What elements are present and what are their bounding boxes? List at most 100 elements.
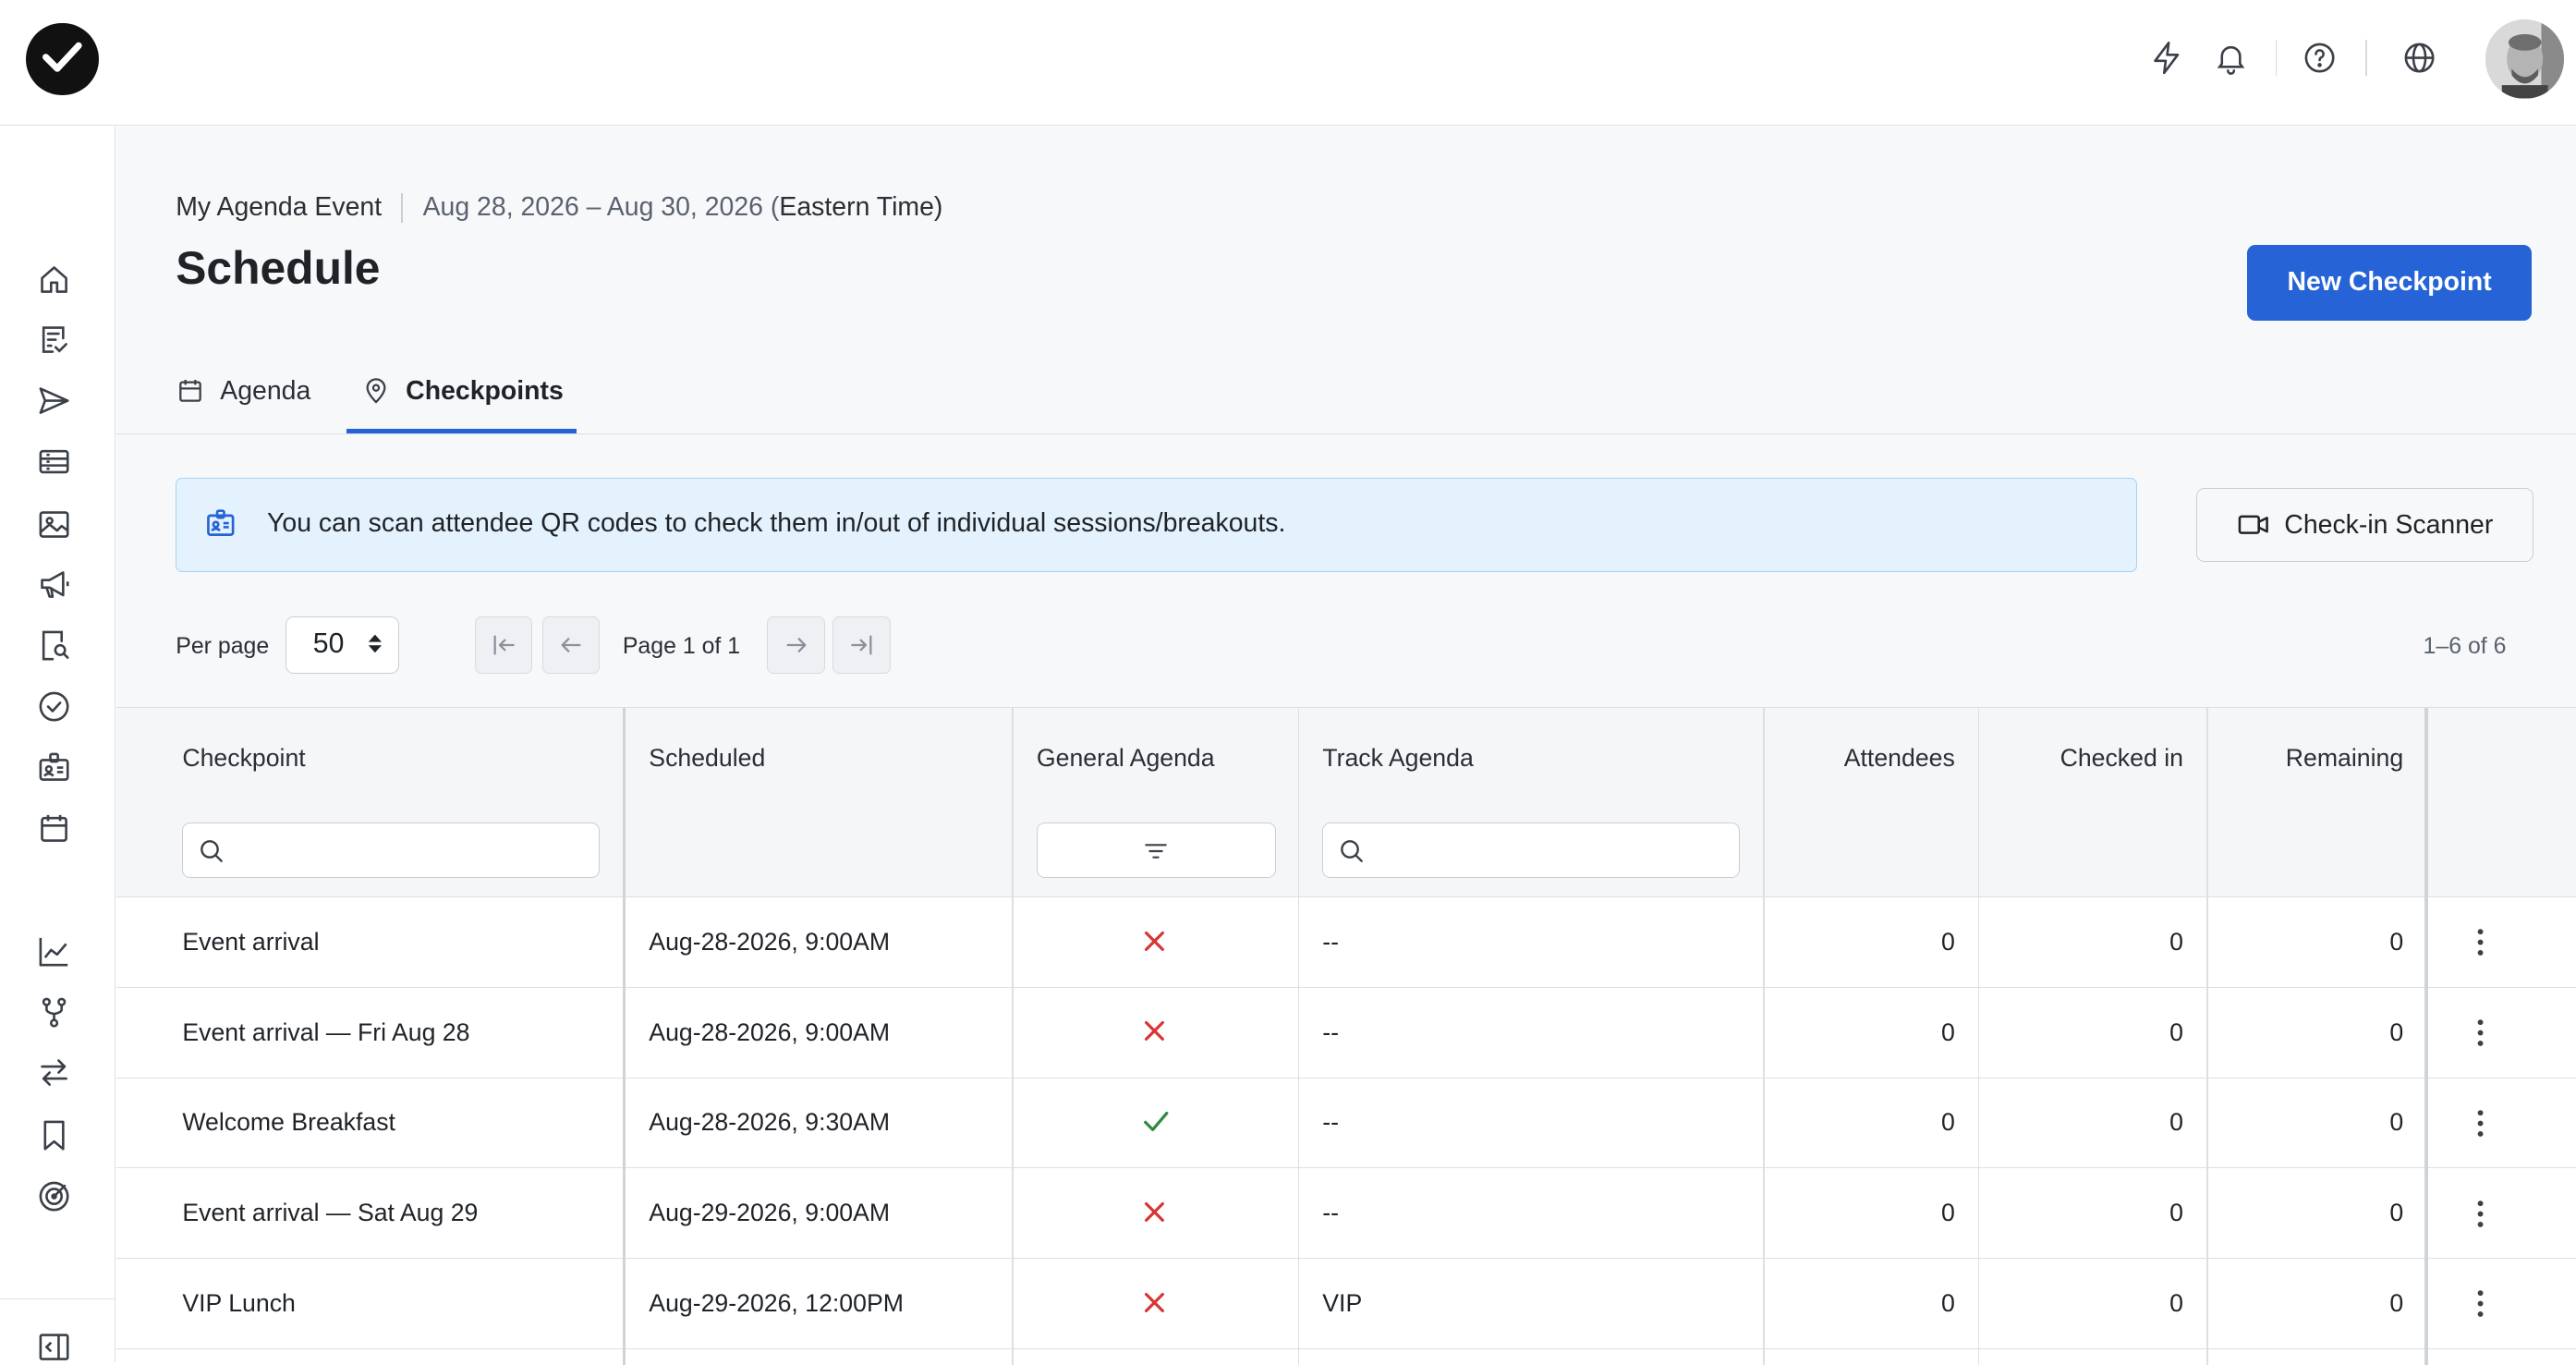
column-header-general-agenda[interactable]: General Agenda bbox=[1037, 744, 1215, 773]
avatar[interactable] bbox=[2485, 19, 2565, 99]
tab-checkpoints[interactable]: Checkpoints bbox=[361, 350, 564, 433]
search-icon bbox=[200, 840, 223, 863]
general-agenda-filter-button[interactable] bbox=[1036, 822, 1277, 879]
tab-checkpoints-label: Checkpoints bbox=[406, 375, 564, 406]
globe-icon[interactable] bbox=[2401, 40, 2441, 79]
next-page-button[interactable] bbox=[767, 615, 825, 675]
column-divider bbox=[1977, 707, 1980, 1365]
filter-icon bbox=[1145, 844, 1167, 859]
attendees-count: 0 bbox=[1940, 1288, 1955, 1317]
checkpoint-name[interactable]: Welcome Breakfast bbox=[182, 1108, 395, 1137]
new-checkpoint-button[interactable]: New Checkpoint bbox=[2247, 244, 2532, 321]
more-options-icon[interactable] bbox=[2462, 1286, 2498, 1322]
column-divider bbox=[622, 707, 626, 1365]
check-icon bbox=[1143, 1110, 1169, 1133]
checkpoint-search-input[interactable] bbox=[182, 822, 600, 879]
more-options-icon[interactable] bbox=[2462, 1105, 2498, 1141]
checked-in-count: 0 bbox=[2169, 1288, 2183, 1317]
checkpoint-name[interactable]: Event arrival bbox=[182, 928, 319, 957]
scheduled-time: Aug-28-2026, 9:00AM bbox=[649, 927, 891, 956]
attendees-count: 0 bbox=[1940, 1199, 1955, 1227]
column-header-remaining[interactable]: Remaining bbox=[2219, 744, 2403, 773]
last-page-icon bbox=[847, 630, 877, 660]
sidebar bbox=[0, 126, 116, 1365]
column-divider bbox=[1297, 707, 1300, 1365]
checkmark-logo-icon[interactable] bbox=[26, 22, 99, 96]
event-timezone-close: ) bbox=[933, 192, 943, 222]
last-page-button[interactable] bbox=[832, 615, 891, 675]
arrow-right-icon bbox=[782, 630, 811, 660]
check-in-scanner-button[interactable]: Check-in Scanner bbox=[2196, 488, 2533, 563]
checkpoint-name[interactable]: Event arrival — Sat Aug 29 bbox=[182, 1199, 478, 1227]
send-icon[interactable] bbox=[36, 383, 72, 419]
track-agenda-value: -- bbox=[1322, 1108, 1340, 1137]
scheduled-time: Aug-29-2026, 9:00AM bbox=[649, 1199, 891, 1227]
megaphone-icon[interactable] bbox=[36, 567, 72, 603]
cross-icon bbox=[1143, 1019, 1166, 1042]
remaining-count: 0 bbox=[2389, 1199, 2404, 1227]
branch-icon[interactable] bbox=[36, 994, 72, 1030]
top-bar bbox=[0, 0, 2576, 127]
bell-icon[interactable] bbox=[2213, 40, 2253, 79]
column-header-attendees[interactable]: Attendees bbox=[1765, 744, 1955, 773]
calendar-icon[interactable] bbox=[36, 810, 72, 847]
swap-icon[interactable] bbox=[36, 1054, 72, 1091]
track-agenda-value: -- bbox=[1322, 927, 1340, 956]
first-page-button[interactable] bbox=[474, 615, 533, 675]
list-icon[interactable] bbox=[36, 444, 72, 480]
checkpoint-name[interactable]: Event arrival — Fri Aug 28 bbox=[182, 1018, 469, 1047]
target-icon[interactable] bbox=[36, 1178, 72, 1214]
per-page-label: Per page bbox=[176, 632, 270, 659]
select-arrows-icon bbox=[367, 632, 383, 655]
checkpoints-table: Checkpoint Scheduled General Agenda Trac… bbox=[116, 706, 2576, 1365]
badge-search-icon[interactable] bbox=[36, 628, 72, 664]
scheduled-time: Aug-29-2026, 12:00PM bbox=[649, 1288, 904, 1317]
id-badge-icon bbox=[204, 507, 237, 541]
help-circle-icon[interactable] bbox=[2302, 40, 2341, 79]
tab-agenda-label: Agenda bbox=[220, 375, 311, 406]
image-icon[interactable] bbox=[36, 506, 72, 542]
tab-agenda[interactable]: Agenda bbox=[176, 350, 310, 433]
cross-icon bbox=[1143, 1291, 1166, 1314]
tab-bar: Agenda Checkpoints bbox=[116, 350, 2576, 435]
home-icon[interactable] bbox=[36, 262, 72, 298]
column-header-scheduled[interactable]: Scheduled bbox=[649, 744, 765, 773]
column-header-track-agenda[interactable]: Track Agenda bbox=[1322, 744, 1474, 773]
scheduled-time: Aug-28-2026, 9:00AM bbox=[649, 1018, 891, 1046]
more-options-icon[interactable] bbox=[2462, 1196, 2498, 1232]
track-agenda-value: -- bbox=[1322, 1018, 1340, 1046]
checkpoint-name[interactable]: VIP Lunch bbox=[182, 1289, 296, 1318]
collapse-sidebar-icon[interactable] bbox=[36, 1329, 72, 1365]
bookmark-icon[interactable] bbox=[36, 1117, 72, 1153]
column-divider bbox=[1012, 707, 1014, 1365]
checklist-icon[interactable] bbox=[36, 322, 72, 358]
per-page-select[interactable]: 50 bbox=[286, 615, 400, 675]
arrow-left-icon bbox=[556, 630, 586, 660]
lightning-icon[interactable] bbox=[2149, 40, 2189, 79]
track-agenda-value: -- bbox=[1322, 1199, 1340, 1227]
column-header-checked-in[interactable]: Checked in bbox=[1989, 744, 2183, 773]
checked-in-count: 0 bbox=[2169, 1108, 2183, 1137]
event-timezone: Eastern Time bbox=[779, 192, 934, 222]
calendar-icon bbox=[176, 376, 205, 406]
prev-page-button[interactable] bbox=[541, 615, 601, 675]
main-content: My Agenda Event Aug 28, 2026 – Aug 30, 20… bbox=[116, 126, 2576, 1365]
active-tab-indicator bbox=[346, 429, 577, 434]
remaining-count: 0 bbox=[2389, 1018, 2404, 1046]
checked-in-count: 0 bbox=[2169, 1199, 2183, 1227]
top-bar-divider bbox=[2365, 39, 2368, 76]
more-options-icon[interactable] bbox=[2462, 1015, 2498, 1051]
remaining-count: 0 bbox=[2389, 1108, 2404, 1137]
id-card-icon[interactable] bbox=[36, 750, 72, 786]
line-chart-icon[interactable] bbox=[36, 933, 72, 969]
track-agenda-value: VIP bbox=[1322, 1288, 1363, 1317]
cross-icon bbox=[1143, 930, 1166, 953]
attendees-count: 0 bbox=[1940, 1018, 1955, 1046]
checked-in-count: 0 bbox=[2169, 1018, 2183, 1046]
check-circle-icon[interactable] bbox=[36, 689, 72, 725]
more-options-icon[interactable] bbox=[2462, 924, 2498, 960]
event-name: My Agenda Event bbox=[176, 192, 383, 222]
column-header-checkpoint[interactable]: Checkpoint bbox=[182, 744, 305, 773]
column-divider bbox=[2205, 707, 2208, 1365]
track-agenda-search-input[interactable] bbox=[1322, 822, 1740, 879]
